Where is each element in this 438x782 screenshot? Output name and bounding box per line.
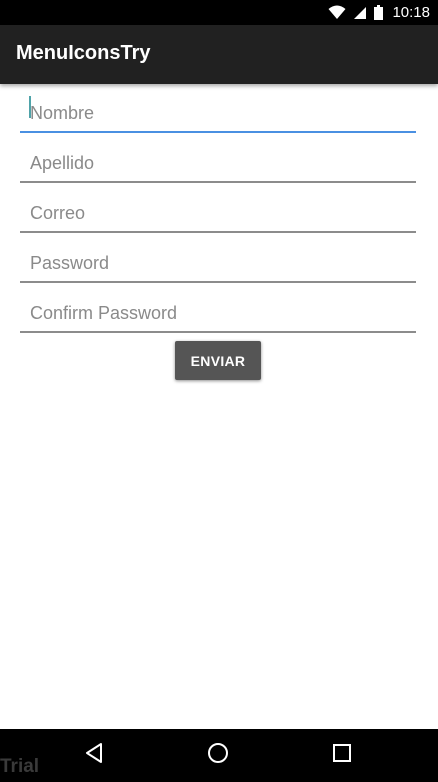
status-bar: 10:18 <box>0 0 438 25</box>
screen: 10:18 MenuIconsTry ENVIAR <box>0 0 438 782</box>
trial-watermark: Trial <box>0 756 40 777</box>
recents-icon <box>332 743 352 768</box>
enviar-button[interactable]: ENVIAR <box>175 341 261 380</box>
back-icon <box>84 742 104 769</box>
field-confirm-password <box>20 284 416 334</box>
field-apellido <box>20 134 416 184</box>
wifi-icon <box>328 5 346 20</box>
app-title: MenuIconsTry <box>16 42 151 64</box>
registration-form <box>20 84 416 334</box>
field-nombre <box>20 84 416 134</box>
apellido-input[interactable] <box>20 134 416 183</box>
back-button[interactable] <box>80 741 108 769</box>
signal-icon <box>353 6 367 20</box>
app-bar: MenuIconsTry <box>0 25 438 84</box>
status-icons: 10:18 <box>328 0 430 25</box>
recents-button[interactable] <box>328 741 356 769</box>
correo-input[interactable] <box>20 184 416 233</box>
confirm-password-input[interactable] <box>20 284 416 333</box>
status-time: 10:18 <box>392 4 430 21</box>
battery-icon <box>374 5 384 20</box>
password-input[interactable] <box>20 234 416 283</box>
home-button[interactable] <box>204 741 232 769</box>
text-cursor <box>29 96 31 118</box>
home-icon <box>207 742 229 769</box>
field-correo <box>20 184 416 234</box>
field-password <box>20 234 416 284</box>
nav-bar <box>0 729 438 782</box>
nombre-input[interactable] <box>20 84 416 133</box>
